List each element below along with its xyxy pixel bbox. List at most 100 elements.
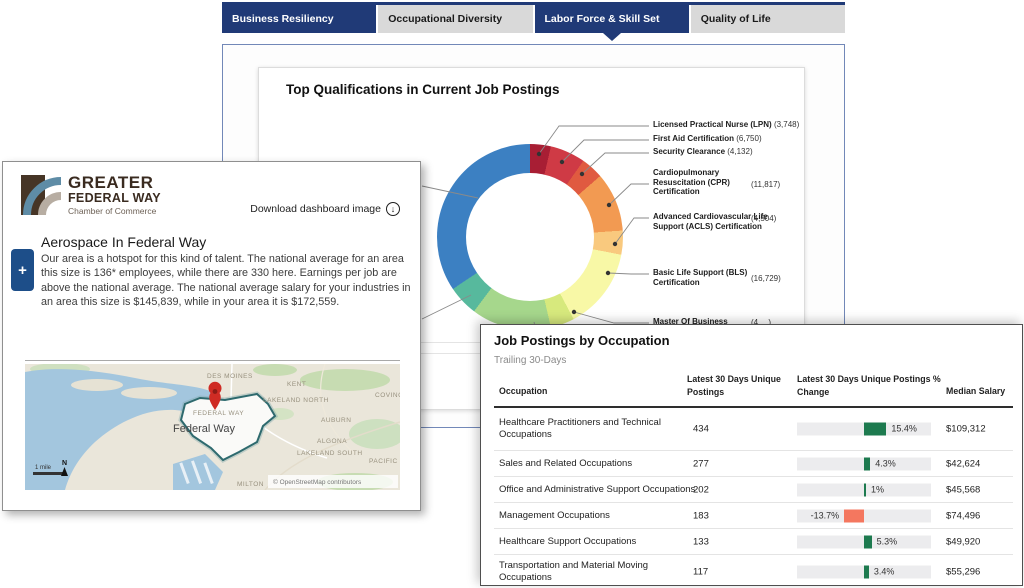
chamber-logo-icon [21,175,61,215]
tab-label: Business Resiliency [232,13,334,25]
logo-line-2: FEDERAL WAY [68,192,161,206]
donut-label-cardiopulmonary-resuscitation-cpr-certification: CardiopulmonaryResuscitation (CPR)Certif… [653,168,730,197]
tab-label: Labor Force & Skill Set [545,13,660,25]
map-label-auburn: AUBURN [321,417,351,424]
federal-way-summary-card: GREATER FEDERAL WAY Chamber of Commerce … [2,161,421,511]
change-bar [864,535,872,548]
median-salary-cell: $74,496 [946,510,980,521]
postings-cell: 183 [693,510,709,521]
postings-cell: 117 [693,566,708,577]
column-header-postings[interactable]: Latest 30 Days UniquePostings [687,373,781,399]
dashboard-tab-bar: Business Resiliency Occupational Diversit… [222,2,845,33]
map-label-pacific: PACIFIC [369,458,398,465]
change-label: 3.4% [874,566,895,576]
change-bar-track: 15.4% [797,423,931,436]
change-bar [844,509,864,522]
map-label-lakeland-south: LAKELAND SOUTH [297,450,363,457]
map-scale-label: 1 mile [35,465,52,471]
median-salary-cell: $45,568 [946,484,980,495]
donut-label-value: (16,729) [751,274,781,283]
change-bar [864,423,886,436]
map-label-algona: ALGONA [317,438,347,445]
change-bar-track: 5.3% [797,535,931,548]
donut-label-first-aid-certification: First Aid Certification (6,750) [653,134,762,144]
change-label: -13.7% [811,510,840,520]
donut-label-value: (4,132) [725,147,753,156]
change-bar-track: 3.4% [797,565,931,578]
job-panel-subtitle: Trailing 30-Days [494,355,566,366]
download-label: Download dashboard image [250,203,381,215]
donut-label-security-clearance: Security Clearance (4,132) [653,147,753,157]
job-postings-panel: Job Postings by Occupation Trailing 30-D… [480,324,1023,586]
download-icon: ↓ [386,202,400,216]
table-row-healthcare-support-occupations[interactable]: Healthcare Support Occupations133 5.3% $49… [494,528,1013,554]
change-bar-track: -13.7% [797,509,931,522]
map-label-kent: KENT [287,381,306,388]
active-tab-notch [603,33,621,41]
tab-label: Occupational Diversity [388,13,502,25]
postings-cell: 277 [693,458,709,469]
donut-label-value: (6,750) [734,134,762,143]
section-body-text: Our area is a hotspot for this kind of t… [41,252,415,309]
chart-title: Top Qualifications in Current Job Postin… [286,82,560,97]
change-bar-track: 1% [797,483,931,496]
change-bar [864,483,866,496]
median-salary-cell: $109,312 [946,424,986,435]
change-bar [864,565,869,578]
column-header-median-salary[interactable]: Median Salary [946,385,1005,398]
donut-label-value: (11,817) [751,180,780,189]
postings-cell: 202 [693,484,709,495]
table-row-transportation-and-material-moving-occup[interactable]: Transportation and Material Moving Occup… [494,554,1013,588]
column-header-change[interactable]: Latest 30 Days Unique Postings %Change [797,373,941,399]
median-salary-cell: $55,296 [946,566,980,577]
leader-line [574,312,649,323]
change-label: 1% [871,484,884,494]
tab-label: Quality of Life [701,13,771,25]
change-label: 4.3% [875,458,896,468]
donut-label-licensed-practical-nurse-lpn: Licensed Practical Nurse (LPN) (3,748) [653,120,799,130]
map-label-covington: COVING [375,392,400,399]
table-row-healthcare-practitioners-and-technical-o[interactable]: Healthcare Practitioners and Technical O… [494,408,1013,450]
qualifications-donut-chart[interactable] [437,144,623,330]
download-dashboard-image-button[interactable]: Download dashboard image ↓ [250,202,400,216]
map-label-lakeland-north: LAKELAND NORTH [263,397,329,404]
table-row-management-occupations[interactable]: Management Occupations183 -13.7% $74,496 [494,502,1013,528]
section-title: Aerospace In Federal Way [41,234,206,250]
tab-quality-of-life[interactable]: Quality of Life [691,5,845,33]
tab-labor-force-skill-set[interactable]: Labor Force & Skill Set [535,5,689,33]
change-bar [864,457,870,470]
table-row-office-and-administrative-support-occupa[interactable]: Office and Administrative Support Occupa… [494,476,1013,502]
change-bar-track: 4.3% [797,457,931,470]
median-salary-cell: $42,624 [946,458,980,469]
table-row-sales-and-related-occupations[interactable]: Sales and Related Occupations2774.3%$42,… [494,450,1013,476]
map-label-federal-way-small: FEDERAL WAY [193,410,244,417]
occupation-cell: Transportation and Material Moving Occup… [499,555,699,588]
donut-label-basic-life-support-bls-certification: Basic Life Support (BLS)Certification [653,268,747,287]
logo-line-1: GREATER [68,174,161,192]
chamber-logo-text: GREATER FEDERAL WAY Chamber of Commerce [68,174,161,216]
map-attribution: © OpenStreetMap contributors [273,478,362,486]
map-label-milton: MILTON [237,481,264,488]
median-salary-cell: $49,920 [946,536,980,547]
occupation-cell: Healthcare Support Occupations [499,529,699,554]
expand-button[interactable]: + [11,249,34,291]
change-label: 15.4% [891,424,917,434]
change-label: 5.3% [877,536,898,546]
job-panel-title: Job Postings by Occupation [494,333,670,348]
chamber-logo: GREATER FEDERAL WAY Chamber of Commerce [21,174,161,216]
federal-way-map[interactable]: DES MOINES KENT COVING LAKELAND NORTH AU… [25,364,400,490]
map-compass-label: N [62,460,67,467]
occupation-cell: Office and Administrative Support Occupa… [499,477,699,502]
postings-cell: 133 [693,536,709,547]
tab-occupational-diversity[interactable]: Occupational Diversity [378,5,532,33]
map-scale-bar [33,472,63,475]
divider [25,360,400,361]
donut-label-value: (3,748) [772,120,800,129]
donut-label-value: (4,504) [751,214,776,223]
occupation-cell: Management Occupations [499,503,699,528]
occupation-cell: Healthcare Practitioners and Technical O… [499,408,699,450]
column-header-occupation[interactable]: Occupation [499,385,547,398]
job-postings-table: Healthcare Practitioners and Technical O… [494,408,1013,588]
map-label-federal-way: Federal Way [173,423,235,435]
tab-business-resiliency[interactable]: Business Resiliency [222,5,376,33]
